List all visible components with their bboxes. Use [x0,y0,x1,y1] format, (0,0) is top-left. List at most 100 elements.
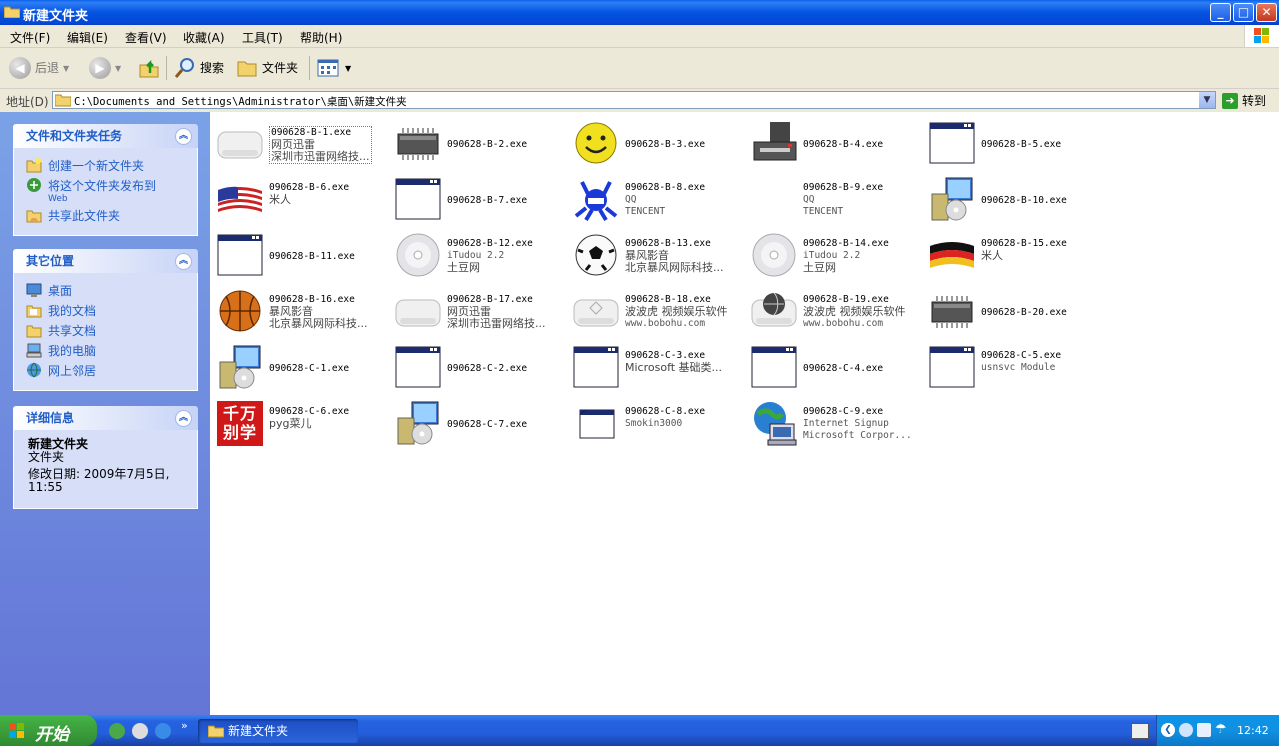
menu-help[interactable]: 帮助(H) [300,29,342,46]
collapse-icon[interactable]: ︽ [175,128,192,145]
forward-button[interactable]: ▶ ▼ [89,56,121,80]
installer-icon [216,344,264,390]
file-description: QQ [803,194,815,205]
file-item[interactable]: 090628-B-10.exe [924,172,1102,226]
file-item[interactable]: 090628-B-2.exe [390,116,568,170]
file-item[interactable]: 千万别学 090628-C-6.exe pyg菜儿 [212,396,390,450]
desktop-icon [26,283,42,297]
task-new-folder[interactable]: 创建一个新文件夹 [26,157,189,174]
views-button[interactable]: ▼ [317,56,351,80]
system-tray: ❮ ☂ 12:42 [1156,715,1279,746]
file-item[interactable]: 090628-B-1.exe 网页迅雷 深圳市迅雷网络技... [212,116,390,170]
file-item[interactable]: 090628-B-9.exe QQ TENCENT [746,172,924,226]
quicklaunch-browser-icon[interactable] [155,723,171,739]
file-description: 米人 [981,249,1003,262]
file-item[interactable]: 090628-C-4.exe [746,340,924,394]
quicklaunch-ie-icon[interactable] [109,723,125,739]
file-item[interactable]: 090628-B-7.exe [390,172,568,226]
file-tasks-header[interactable]: 文件和文件夹任务 ︽ [13,124,198,148]
address-input[interactable]: C:\Documents and Settings\Administrator\… [52,91,1216,109]
red-badge-icon: 千万别学 [216,400,264,447]
file-item[interactable]: 090628-B-14.exe iTudou 2.2 土豆网 [746,228,924,282]
chevron-down-icon: ▼ [63,63,70,73]
chip-icon [394,120,442,166]
place-my-computer[interactable]: 我的电脑 [26,342,189,359]
tray-volume-icon[interactable]: ☂ [1215,722,1227,737]
file-name: 090628-B-14.exe [803,238,889,249]
tray-network-icon[interactable] [1179,723,1193,737]
file-name: 090628-C-5.exe [981,350,1062,361]
collapse-icon[interactable]: ︽ [175,253,192,270]
file-item[interactable]: 090628-C-8.exe Smokin3000 [568,396,746,450]
file-name: 090628-B-7.exe [447,195,528,206]
file-item[interactable]: 090628-C-3.exe Microsoft 基础类... [568,340,746,394]
file-item[interactable]: 090628-C-2.exe [390,340,568,394]
file-tasks-panel: 文件和文件夹任务 ︽ 创建一个新文件夹 将这个文件夹发布到 Web 共享此文件夹 [13,124,198,236]
taskbar-window-button[interactable]: 新建文件夹 [198,719,358,743]
maximize-button[interactable]: □ [1233,3,1254,22]
file-item[interactable]: 090628-B-16.exe 暴风影音 北京暴风网际科技... [212,284,390,338]
address-dropdown-button[interactable]: ▼ [1199,92,1215,108]
tray-expand-icon[interactable]: ❮ [1161,723,1175,737]
device-icon [216,120,264,166]
quicklaunch-more-icon[interactable]: » [181,719,188,732]
up-folder-button[interactable] [138,56,160,80]
tray-app-icon[interactable] [1197,723,1211,737]
file-item[interactable]: 090628-B-20.exe [924,284,1102,338]
place-desktop[interactable]: 桌面 [26,282,189,299]
file-name: 090628-C-8.exe [625,406,706,417]
file-item[interactable]: 090628-B-13.exe 暴风影音 北京暴风网际科技... [568,228,746,282]
file-item[interactable]: 090628-C-7.exe [390,396,568,450]
file-item[interactable]: 090628-C-1.exe [212,340,390,394]
details-header[interactable]: 详细信息 ︽ [13,406,198,430]
installer-icon [928,176,976,222]
minimize-button[interactable]: _ [1210,3,1231,22]
details-modified-time: 11:55 [28,480,63,494]
keyboard-icon[interactable] [1131,723,1149,739]
file-name: 090628-B-5.exe [981,139,1062,150]
menu-tools[interactable]: 工具(T) [242,29,283,46]
device-icon [394,288,442,334]
place-network[interactable]: 网上邻居 [26,362,189,379]
printer-icon [750,120,798,166]
file-item[interactable]: 090628-C-9.exe Internet Signup Microsoft C… [746,396,924,450]
place-shared-documents[interactable]: 共享文档 [26,322,189,339]
start-button[interactable]: 开始 [0,715,97,746]
window-icon [394,344,442,390]
menu-bar: 文件(F) 编辑(E) 查看(V) 收藏(A) 工具(T) 帮助(H) [0,25,1279,48]
folders-button[interactable]: 文件夹 [236,56,298,80]
task-publish-web[interactable]: 将这个文件夹发布到 Web [26,177,189,204]
menu-file[interactable]: 文件(F) [10,29,50,46]
other-places-header[interactable]: 其它位置 ︽ [13,249,198,273]
file-item[interactable]: 090628-B-6.exe 米人 [212,172,390,226]
file-name: 090628-B-11.exe [269,251,355,262]
task-share-folder[interactable]: 共享此文件夹 [26,207,189,224]
menu-edit[interactable]: 编辑(E) [67,29,108,46]
my-documents-icon [26,305,42,318]
menu-favorites[interactable]: 收藏(A) [183,29,225,46]
file-list: 090628-B-1.exe 网页迅雷 深圳市迅雷网络技... 090628-B-2.… [210,112,1279,715]
file-item[interactable]: 090628-B-18.exe 波波虎 视频娱乐软件 www.bobohu.com [568,284,746,338]
menu-view[interactable]: 查看(V) [125,29,167,46]
file-item[interactable]: 090628-B-5.exe [924,116,1102,170]
us-flag-icon [216,176,264,222]
back-button[interactable]: ◀ 后退 ▼ [9,56,69,80]
place-my-documents[interactable]: 我的文档 [26,302,189,319]
file-item[interactable]: 090628-C-5.exe usnsvc Module [924,340,1102,394]
file-item[interactable]: 090628-B-17.exe 网页迅雷 深圳市迅雷网络技... [390,284,568,338]
file-item[interactable]: 090628-B-3.exe [568,116,746,170]
collapse-icon[interactable]: ︽ [175,410,192,427]
file-item[interactable]: 090628-B-19.exe 波波虎 视频娱乐软件 www.bobohu.com [746,284,924,338]
window-icon [216,232,264,278]
file-item[interactable]: 090628-B-11.exe [212,228,390,282]
quicklaunch-media-icon[interactable] [132,723,148,739]
window-icon [928,120,976,166]
file-item[interactable]: 090628-B-4.exe [746,116,924,170]
file-item[interactable]: 090628-B-8.exe QQ TENCENT [568,172,746,226]
close-button[interactable]: ✕ [1256,3,1277,22]
go-button[interactable]: ➜ 转到 [1222,92,1266,109]
file-item[interactable]: 090628-B-12.exe iTudou 2.2 土豆网 [390,228,568,282]
search-button[interactable]: 搜索 [174,56,224,80]
file-item[interactable]: 090628-B-15.exe 米人 [924,228,1102,282]
window-icon [572,344,620,390]
